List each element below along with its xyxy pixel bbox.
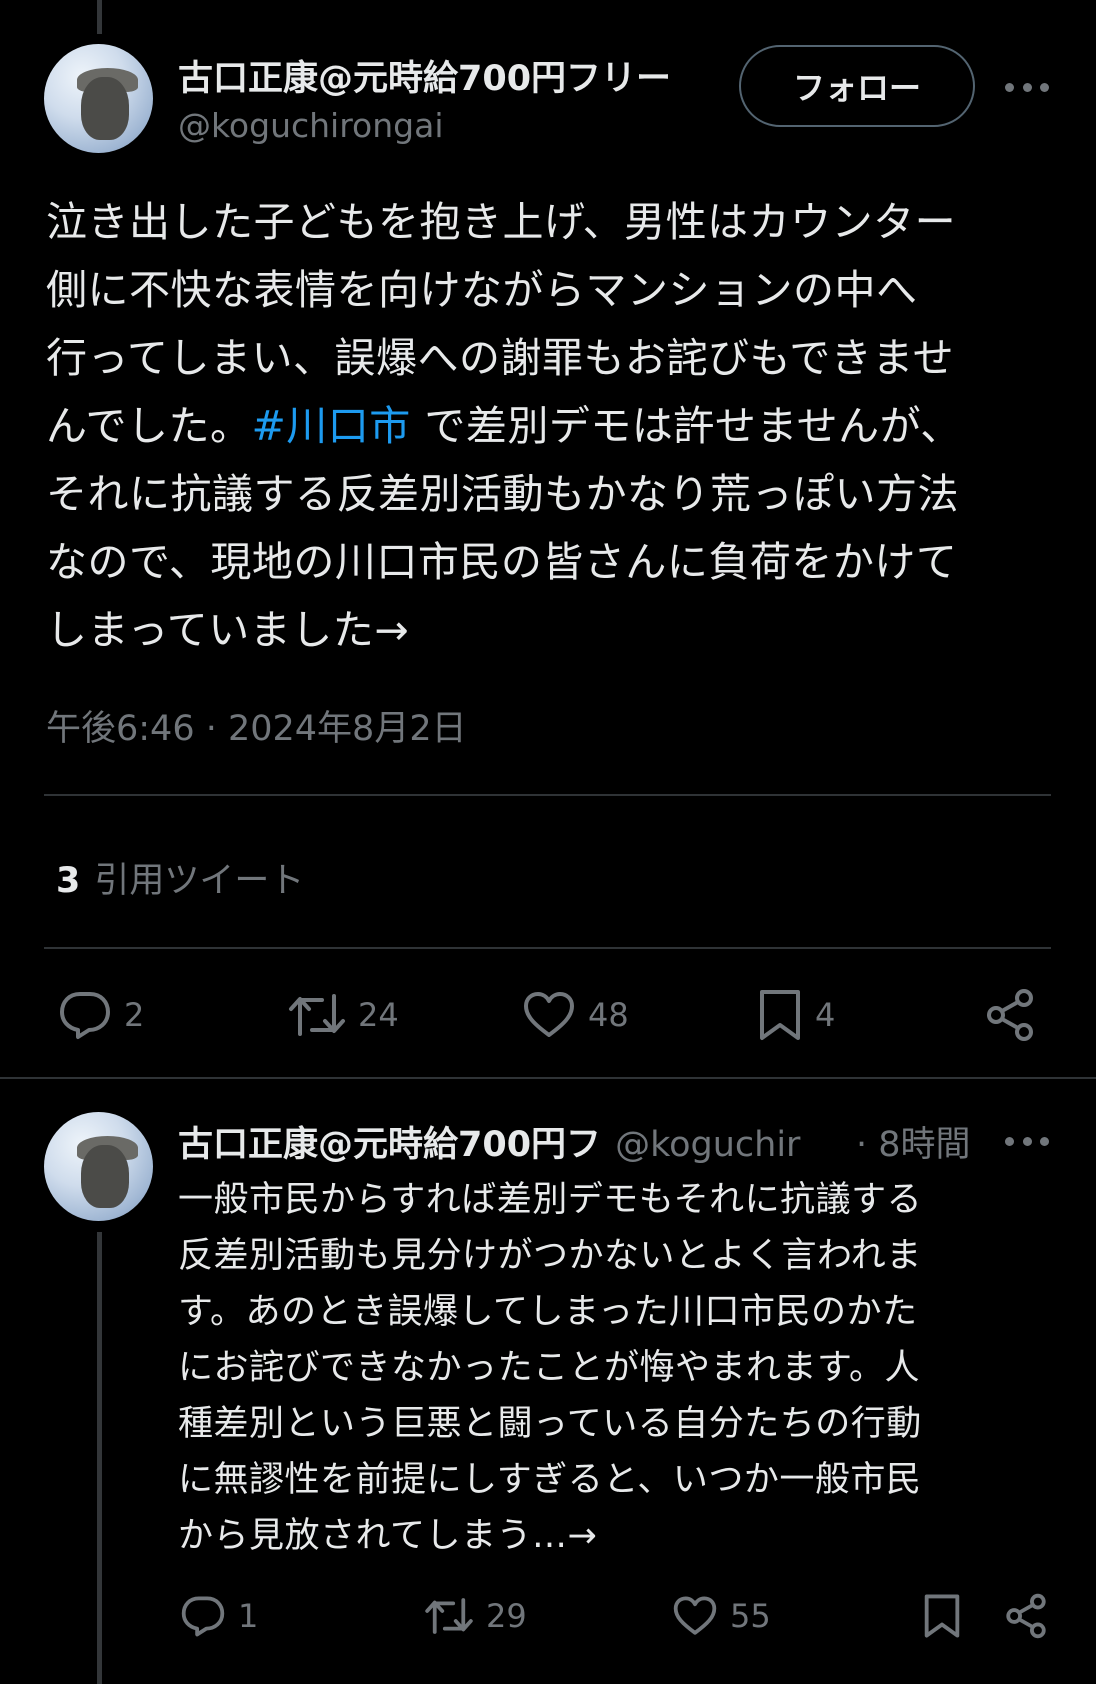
reply-count: 1 (238, 1597, 259, 1635)
thread-line-bottom (97, 1232, 102, 1684)
reply-button[interactable]: 2 (58, 990, 144, 1040)
share-icon (1006, 1593, 1046, 1639)
reply-line: 一般市民からすれば差別デモもそれに抗議する (178, 1180, 923, 1220)
reply-line: 反差別活動も見分けがつかないとよく言われま (178, 1236, 922, 1276)
quote-label: 引用ツイート (94, 861, 305, 901)
divider (44, 794, 1051, 796)
retweet-icon (425, 1598, 473, 1634)
like-count: 48 (588, 996, 629, 1034)
like-icon (673, 1596, 717, 1635)
reply-count: 2 (124, 996, 145, 1034)
tweet-line-part: んでした。 (46, 402, 252, 450)
reply-icon (181, 1596, 225, 1637)
like-icon (524, 992, 574, 1037)
reply-line: から見放されてしまう…→ (178, 1516, 598, 1556)
like-button[interactable]: 48 (522, 990, 629, 1040)
bookmark-icon (924, 1594, 960, 1638)
reply-line: 種差別という巨悪と闘っている自分たちの行動 (178, 1404, 922, 1444)
retweet-icon (289, 994, 345, 1036)
quote-tweets-link[interactable]: 3 引用ツイート (56, 852, 304, 903)
bookmark-button[interactable] (922, 1593, 962, 1639)
tweet-line-part: で差別デモは許せませんが、 (410, 402, 962, 450)
reply-line: す。あのとき誤爆してしまった川口市民のかた (178, 1292, 918, 1332)
tweet-text: 泣き出した子どもを抱き上げ、男性はカウンター 側に不快な表情を向けながらマンショ… (46, 188, 1056, 664)
avatar[interactable] (44, 1112, 153, 1221)
tweet-line: 泣き出した子どもを抱き上げ、男性はカウンター (46, 198, 957, 246)
bookmark-icon (760, 990, 800, 1040)
thread-line-top (97, 0, 102, 34)
more-icon[interactable] (1005, 1135, 1049, 1147)
reply-line: に無謬性を前提にしすぎると、いつか一般市民 (178, 1460, 922, 1500)
retweet-count: 29 (486, 1597, 527, 1635)
reply-icon (60, 992, 110, 1039)
share-icon (987, 989, 1033, 1041)
share-button[interactable] (1004, 1593, 1048, 1639)
bookmark-button[interactable]: 4 (757, 988, 835, 1042)
like-button[interactable]: 55 (672, 1595, 771, 1637)
divider (44, 947, 1051, 949)
follow-button[interactable]: フォロー (739, 45, 975, 127)
bookmark-count: 4 (815, 996, 836, 1034)
retweet-button[interactable]: 29 (424, 1595, 527, 1637)
like-count: 55 (730, 1597, 771, 1635)
reply-time[interactable]: · 8時間 (850, 1116, 971, 1167)
author-name[interactable]: 古口正康@元時給700円フ (178, 1125, 601, 1165)
retweet-count: 24 (358, 996, 399, 1034)
tweet-line: 側に不快な表情を向けながらマンションの中へ (46, 266, 918, 314)
timestamp[interactable]: 午後6:46 · 2024年8月2日 (46, 700, 467, 751)
author-name[interactable]: 古口正康@元時給700円フリー (178, 50, 718, 101)
tweet-line: 行ってしまい、誤爆への謝罪もお詫びもできませ (46, 334, 955, 382)
reply-line: にお詫びできなかったことが悔やまれます。人 (178, 1348, 921, 1388)
author-handle[interactable]: @koguchirongai (178, 106, 444, 145)
share-button[interactable] (984, 988, 1036, 1042)
reply-text: 一般市民からすれば差別デモもそれに抗議する 反差別活動も見分けがつかないとよく言… (178, 1172, 1058, 1564)
reply-button[interactable]: 1 (180, 1595, 258, 1637)
tweet-line: それに抗議する反差別活動もかなり荒っぽい方法 (46, 470, 959, 518)
retweet-button[interactable]: 24 (288, 990, 399, 1040)
author-handle[interactable]: @koguchir (615, 1125, 800, 1165)
avatar[interactable] (44, 44, 153, 153)
hashtag-link[interactable]: #川口市 (251, 402, 410, 450)
more-icon[interactable] (1005, 81, 1049, 93)
section-divider (0, 1077, 1096, 1079)
tweet-line: んでした。#川口市 で差別デモは許せませんが、 (46, 392, 1056, 460)
tweet-line: なので、現地の川口市民の皆さんに負荷をかけて (46, 538, 958, 586)
tweet-line: しまっていました→ (46, 606, 410, 654)
quote-count: 3 (56, 861, 81, 901)
